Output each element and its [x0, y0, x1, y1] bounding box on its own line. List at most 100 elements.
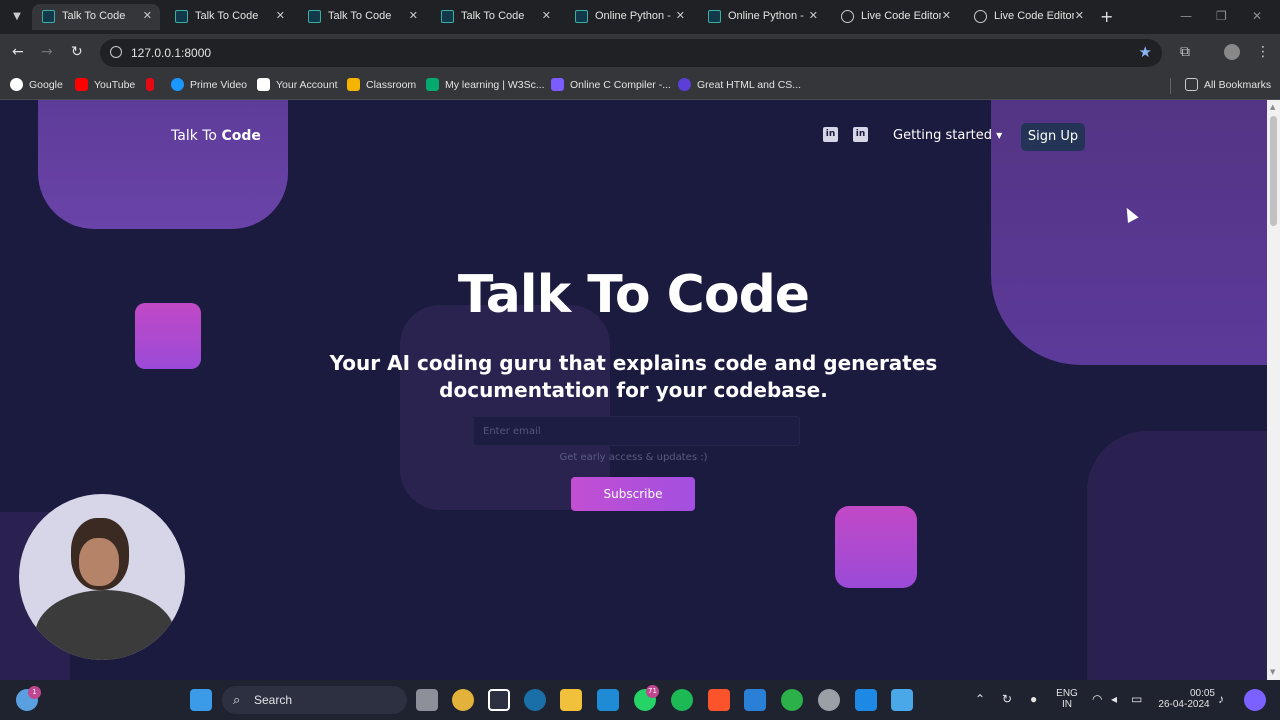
scrollbar-thumb[interactable]: [1270, 116, 1277, 226]
page-viewport: Talk To Code in in Getting started ▼ Sig…: [0, 100, 1267, 680]
bookmark-prime-video[interactable]: Prime Video: [171, 78, 247, 94]
logo-text-bold: Code: [221, 128, 261, 144]
tab-talk-to-code-2[interactable]: Talk To Code ✕: [165, 4, 293, 30]
steam-icon[interactable]: [524, 689, 546, 711]
bookmark-google[interactable]: Google: [10, 78, 63, 94]
profile-avatar[interactable]: [1224, 44, 1240, 60]
webcam-overlay: [19, 494, 185, 660]
google-icon: [10, 78, 23, 91]
getting-started-dropdown[interactable]: Getting started ▼: [893, 128, 1002, 143]
clock-date: 26-04-2024: [1158, 699, 1210, 710]
brave-icon[interactable]: [708, 689, 730, 711]
vscode-icon[interactable]: [597, 689, 619, 711]
refresh-app-icon[interactable]: [781, 689, 803, 711]
decor-shape-top-left: [38, 100, 288, 229]
close-icon[interactable]: ✕: [942, 9, 951, 22]
bookmark-w3schools[interactable]: My learning | W3Sc...: [426, 78, 545, 94]
new-tab-plus-icon[interactable]: +: [1100, 7, 1113, 26]
tab-live-code-editor-2[interactable]: Live Code Editor ✕: [964, 4, 1092, 30]
tab-label: Live Code Editor: [994, 10, 1074, 22]
url-text[interactable]: 127.0.0.1:8000: [131, 46, 211, 60]
bookmark-star-icon[interactable]: ★: [1139, 43, 1152, 61]
tab-talk-to-code-4[interactable]: Talk To Code ✕: [431, 4, 559, 30]
address-bar[interactable]: 127.0.0.1:8000 ★: [100, 39, 1162, 67]
folder-icon: [1185, 78, 1198, 91]
linkedin-icon[interactable]: in: [823, 127, 838, 142]
all-bookmarks[interactable]: All Bookmarks: [1185, 78, 1271, 94]
settings-gear-icon[interactable]: [818, 689, 840, 711]
forward-arrow-icon[interactable]: →: [41, 44, 53, 60]
close-icon[interactable]: ✕: [1075, 9, 1084, 22]
app-blue-icon[interactable]: [855, 689, 877, 711]
tab-live-code-editor-1[interactable]: Live Code Editor ✕: [831, 4, 959, 30]
site-logo[interactable]: Talk To Code: [171, 128, 261, 144]
bookmark-great-html-css[interactable]: Great HTML and CS...: [678, 78, 801, 94]
tab-label: Talk To Code: [195, 10, 259, 22]
spotify-icon[interactable]: [671, 689, 693, 711]
bookmark-your-account[interactable]: Your Account: [257, 78, 338, 94]
globe-icon: [841, 10, 854, 23]
region-code: IN: [1062, 699, 1072, 710]
reload-icon[interactable]: ↻: [71, 44, 83, 60]
windows-taskbar: 1 ⌕ Search 71 ⌃ ↻ ● ENG IN ◠ ◂ ▭ 00:05 2…: [0, 680, 1280, 720]
tab-talk-to-code-1[interactable]: Talk To Code ✕: [32, 4, 160, 30]
person-body: [35, 590, 175, 660]
close-icon[interactable]: ✕: [276, 9, 285, 22]
battery-icon[interactable]: ▭: [1131, 692, 1142, 706]
tab-talk-to-code-3[interactable]: Talk To Code ✕: [298, 4, 426, 30]
sign-up-button[interactable]: Sign Up: [1021, 123, 1085, 151]
extensions-puzzle-icon[interactable]: ⧉: [1180, 44, 1190, 60]
sync-icon[interactable]: ↻: [1002, 692, 1012, 706]
bookmarks-divider: [1170, 78, 1171, 94]
email-input[interactable]: Enter email: [473, 416, 800, 446]
bookmark-netflix[interactable]: [146, 78, 160, 94]
restore-icon[interactable]: ❐: [1216, 9, 1227, 23]
bookmark-classroom[interactable]: Classroom: [347, 78, 416, 94]
browser-menu-icon[interactable]: ⋮: [1256, 44, 1270, 60]
task-view-icon[interactable]: [416, 689, 438, 711]
close-icon[interactable]: ✕: [542, 9, 551, 22]
tab-online-python-2[interactable]: Online Python - ✕: [698, 4, 826, 30]
decor-square-pink-right: [835, 506, 917, 588]
volume-icon[interactable]: ◂: [1111, 692, 1117, 706]
all-bookmarks-label: All Bookmarks: [1204, 79, 1272, 91]
microphone-icon[interactable]: ●: [1030, 692, 1037, 706]
language-indicator[interactable]: ENG IN: [1052, 688, 1082, 710]
notion-icon[interactable]: [488, 689, 510, 711]
chrome-icon[interactable]: [452, 689, 474, 711]
taskbar-search[interactable]: ⌕ Search: [222, 686, 407, 714]
search-icon: ⌕: [233, 692, 241, 707]
close-icon[interactable]: ✕: [409, 9, 418, 22]
tab-online-python-1[interactable]: Online Python - ✕: [565, 4, 693, 30]
back-arrow-icon[interactable]: ←: [12, 44, 24, 60]
window-close-icon[interactable]: ✕: [1252, 9, 1262, 23]
bookmark-online-c-compiler[interactable]: Online C Compiler -...: [551, 78, 671, 94]
subscribe-button[interactable]: Subscribe: [571, 477, 695, 511]
bookmark-youtube[interactable]: YouTube: [75, 78, 135, 94]
app-paint-icon[interactable]: [891, 689, 913, 711]
linkedin-icon-2[interactable]: in: [853, 127, 868, 142]
page-scrollbar[interactable]: ▲ ▼: [1267, 100, 1280, 680]
bookmark-label: Classroom: [366, 79, 417, 91]
scroll-up-icon[interactable]: ▲: [1270, 103, 1275, 111]
close-icon[interactable]: ✕: [143, 9, 152, 22]
tray-chevron-up-icon[interactable]: ⌃: [975, 692, 985, 706]
windows-start-icon[interactable]: [190, 689, 212, 711]
bookmark-site-icon: [678, 78, 691, 91]
site-info-icon[interactable]: [110, 46, 122, 58]
close-icon[interactable]: ✕: [676, 9, 685, 22]
clock[interactable]: 00:05 26-04-2024: [1153, 688, 1215, 710]
scroll-down-icon[interactable]: ▼: [1270, 668, 1275, 676]
bookmarks-bar: Google YouTube Prime Video Your Account …: [0, 72, 1280, 100]
close-icon[interactable]: ✕: [809, 9, 818, 22]
tab-search-chevron-icon[interactable]: ▼: [8, 8, 26, 26]
file-explorer-icon[interactable]: [560, 689, 582, 711]
copilot-icon[interactable]: [1244, 689, 1266, 711]
early-access-note: Get early access & updates :): [559, 452, 708, 463]
clock-time: 00:05: [1189, 688, 1215, 699]
wifi-icon[interactable]: ◠: [1092, 692, 1102, 706]
mail-icon[interactable]: [744, 689, 766, 711]
notification-bell-icon[interactable]: ♪: [1218, 692, 1224, 706]
minimize-icon[interactable]: —: [1180, 9, 1192, 23]
tab-label: Live Code Editor: [861, 10, 941, 22]
